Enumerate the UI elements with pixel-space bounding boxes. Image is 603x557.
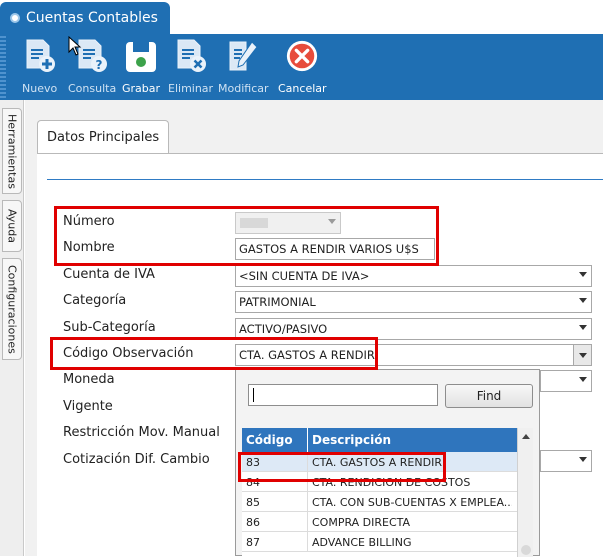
nombre-label: Nombre xyxy=(63,240,115,255)
row-descripcion: COMPRA DIRECTA xyxy=(312,516,411,529)
tab-configuraciones-label: Configuraciones xyxy=(5,264,19,354)
subcategoria-value: ACTIVO/PASIVO xyxy=(239,322,328,336)
codes-grid: Código Descripción 83 CTA. GASTOS A REND… xyxy=(242,428,517,557)
categoria-select[interactable]: PATRIMONIAL xyxy=(235,291,592,313)
codigo-observacion-select[interactable]: CTA. GASTOS A RENDIR xyxy=(235,344,592,366)
chevron-down-icon xyxy=(328,219,336,224)
vigente-label: Vigente xyxy=(63,399,113,414)
nombre-input[interactable]: GASTOS A RENDIR VARIOS U$S xyxy=(235,238,435,260)
cell-divider xyxy=(307,472,308,492)
cotizacion-select[interactable] xyxy=(540,450,592,472)
dropdown-toggle-button[interactable] xyxy=(573,345,591,365)
eliminar-label: Eliminar xyxy=(168,82,214,95)
column-divider xyxy=(307,428,308,452)
restriccion-label: Restricción Mov. Manual xyxy=(63,425,220,440)
grid-header: Código Descripción xyxy=(242,428,517,452)
chevron-down-icon xyxy=(579,325,587,330)
window-tab-strip: Cuentas Contables xyxy=(0,0,603,34)
row-codigo: 86 xyxy=(246,516,260,529)
find-button[interactable]: Find xyxy=(445,384,533,408)
text-caret xyxy=(253,388,254,402)
row-codigo: 84 xyxy=(246,476,260,489)
row-codigo: 85 xyxy=(246,496,260,509)
new-document-icon xyxy=(23,38,57,74)
cell-divider xyxy=(307,532,308,552)
find-button-label: Find xyxy=(476,389,502,403)
tab-datos-principales-label: Datos Principales xyxy=(47,130,160,145)
save-icon xyxy=(124,38,158,74)
categoria-label: Categoría xyxy=(63,293,127,308)
numero-masked xyxy=(240,218,268,228)
chevron-down-icon xyxy=(579,298,587,303)
scroll-down-icon[interactable] xyxy=(521,545,531,555)
svg-text:?: ? xyxy=(96,58,103,72)
delete-document-icon xyxy=(174,38,208,74)
cuenta-iva-label: Cuenta de IVA xyxy=(63,267,155,282)
tab-datos-principales[interactable]: Datos Principales xyxy=(37,120,169,154)
modificar-label: Modificar xyxy=(218,82,269,95)
chevron-down-icon xyxy=(579,377,587,382)
tab-configuraciones[interactable]: Configuraciones xyxy=(2,258,22,360)
scroll-up-icon[interactable] xyxy=(522,434,530,439)
subcategoria-label: Sub-Categoría xyxy=(63,320,156,335)
chevron-down-icon xyxy=(579,457,587,462)
window-title: Cuentas Contables xyxy=(26,10,158,26)
cell-divider xyxy=(307,492,308,512)
table-row[interactable]: 86 COMPRA DIRECTA xyxy=(242,512,517,532)
categoria-value: PATRIMONIAL xyxy=(239,295,316,309)
edit-document-icon xyxy=(226,38,260,74)
side-tabs: Herramientas Ayuda Configuraciones xyxy=(0,100,24,556)
codigo-observacion-dropdown: Find Código Descripción 83 CTA. GASTOS A… xyxy=(235,369,540,557)
eliminar-button[interactable]: Eliminar xyxy=(168,38,213,98)
cell-divider xyxy=(307,452,308,472)
cell-divider xyxy=(307,512,308,532)
consulta-label: Consulta xyxy=(68,82,117,95)
moneda-label: Moneda xyxy=(63,372,115,387)
tab-herramientas[interactable]: Herramientas xyxy=(2,108,22,194)
cancel-icon xyxy=(285,38,319,74)
codigo-observacion-label: Código Observación xyxy=(63,346,194,361)
cotizacion-label: Cotización Dif. Cambio xyxy=(63,452,210,467)
numero-select[interactable] xyxy=(235,212,341,234)
table-row[interactable]: 83 CTA. GASTOS A RENDIR xyxy=(242,452,517,472)
row-descripcion: ADVANCE BILLING xyxy=(312,536,412,549)
window-status-icon xyxy=(10,13,20,23)
row-descripcion: CTA. CON SUB-CUENTAS X EMPLEA... xyxy=(312,496,512,509)
cuenta-iva-select[interactable]: <SIN CUENTA DE IVA> xyxy=(235,265,592,287)
grid-scrollbar[interactable] xyxy=(517,428,533,557)
cuenta-iva-value: <SIN CUENTA DE IVA> xyxy=(239,269,370,283)
moneda-select[interactable] xyxy=(540,370,592,392)
tab-herramientas-label: Herramientas xyxy=(5,113,19,189)
row-descripcion: CTA. RENDICION DE COSTOS xyxy=(312,476,471,489)
codigo-observacion-value: CTA. GASTOS A RENDIR xyxy=(239,348,375,362)
tab-ayuda-label: Ayuda xyxy=(5,209,19,243)
cancelar-button[interactable]: Cancelar xyxy=(278,38,327,98)
numero-label: Número xyxy=(63,214,115,229)
cancelar-label: Cancelar xyxy=(278,82,327,95)
nuevo-button[interactable]: Nuevo xyxy=(22,38,57,98)
row-codigo: 83 xyxy=(246,456,260,469)
grabar-button[interactable]: Grabar xyxy=(122,38,160,98)
column-codigo[interactable]: Código xyxy=(246,433,293,447)
row-descripcion: CTA. GASTOS A RENDIR xyxy=(312,456,442,469)
grabar-label: Grabar xyxy=(122,82,161,95)
table-row[interactable]: 85 CTA. CON SUB-CUENTAS X EMPLEA... xyxy=(242,492,517,512)
toolbar: Nuevo ? Consulta Grabar Eliminar Modific… xyxy=(0,34,603,100)
window-tab[interactable]: Cuentas Contables xyxy=(0,2,170,34)
subcategoria-select[interactable]: ACTIVO/PASIVO xyxy=(235,318,592,340)
table-row[interactable]: 87 ADVANCE BILLING xyxy=(242,532,517,552)
nombre-value: GASTOS A RENDIR VARIOS U$S xyxy=(239,242,419,256)
chevron-down-icon xyxy=(579,272,587,277)
find-input[interactable] xyxy=(248,384,438,406)
modificar-button[interactable]: Modificar xyxy=(218,38,269,98)
row-codigo: 87 xyxy=(246,536,260,549)
section-divider xyxy=(47,179,603,180)
nuevo-label: Nuevo xyxy=(22,82,58,95)
tab-ayuda[interactable]: Ayuda xyxy=(2,200,22,252)
table-row[interactable]: 84 CTA. RENDICION DE COSTOS xyxy=(242,472,517,492)
column-descripcion[interactable]: Descripción xyxy=(312,433,391,447)
mouse-cursor-icon xyxy=(68,36,82,56)
